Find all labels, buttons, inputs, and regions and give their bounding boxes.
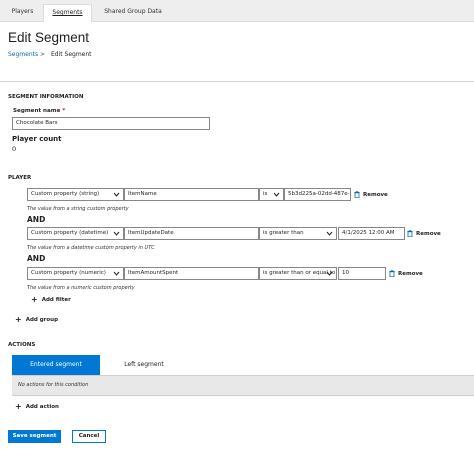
add-group-button[interactable]: + Add group (15, 315, 59, 324)
save-segment-button[interactable]: Save segment (8, 430, 61, 443)
actions-empty-text: No actions for this condition (18, 382, 89, 388)
header-divider (0, 81, 474, 82)
segment-name-label-text: Segment name (13, 108, 61, 114)
required-mark: * (62, 108, 66, 114)
condition-1-remove-button[interactable]: Remove (354, 191, 388, 198)
condition-1-property-name-input[interactable]: ItemName (124, 188, 259, 201)
add-group-label: Add group (25, 317, 59, 323)
condition-2-operator-select[interactable]: is greater than (259, 227, 337, 240)
chevron-down-icon (113, 271, 120, 276)
plus-icon: + (31, 295, 38, 304)
breadcrumb-segments-link[interactable]: Segments (8, 51, 38, 58)
trash-icon (389, 270, 395, 277)
condition-3-remove-button[interactable]: Remove (389, 270, 423, 277)
condition-2-property-type-select[interactable]: Custom property (datetime) (27, 227, 124, 240)
player-count-value: 0 (12, 145, 17, 153)
add-action-label: Add action (25, 404, 59, 410)
tab-entered-segment[interactable]: Entered segment (12, 355, 100, 375)
segment-name-label: Segment name * (13, 108, 65, 114)
remove-label: Remove (398, 270, 423, 277)
trash-icon (407, 230, 413, 237)
chevron-down-icon (326, 231, 333, 236)
condition-2-property-name-input[interactable]: ItemUpdateDate (124, 227, 259, 240)
segment-name-input[interactable]: Chocolate Bars (12, 117, 210, 130)
condition-3-property-name-input[interactable]: ItemAmountSpent (124, 267, 259, 280)
actions-divider (12, 395, 474, 396)
breadcrumb-current: Edit Segment (51, 51, 92, 58)
remove-label: Remove (416, 230, 441, 237)
page-title: Edit Segment (8, 30, 90, 45)
condition-2-value-input[interactable]: 4/1/2025 12:00 AM (338, 227, 405, 240)
condition-3-property-type-select[interactable]: Custom property (numeric) (27, 267, 124, 280)
tab-segments[interactable]: Segments (43, 4, 92, 22)
player-count-label: Player count (12, 135, 62, 143)
condition-1-value-input[interactable]: 5b3d225a-02dd-487e-1 (284, 188, 351, 201)
chevron-down-icon (113, 231, 120, 236)
condition-1-operator-select[interactable]: is (259, 188, 284, 201)
segment-information-heading: SEGMENT INFORMATION (8, 94, 84, 100)
add-filter-button[interactable]: + Add filter (31, 295, 71, 304)
condition-3-operator-select[interactable]: is greater than or equal to (259, 267, 337, 280)
remove-label: Remove (363, 191, 388, 198)
condition-3-property-type-value: Custom property (numeric) (31, 270, 106, 276)
breadcrumb-separator: > (40, 51, 46, 58)
chevron-down-icon (273, 192, 280, 197)
condition-2-operator-value: is greater than (263, 230, 304, 236)
tab-shared-group-data[interactable]: Shared Group Data (93, 4, 173, 22)
condition-1-operator-value: is (263, 191, 268, 197)
plus-icon: + (15, 402, 22, 411)
add-action-button[interactable]: + Add action (15, 402, 59, 411)
chevron-down-icon (326, 271, 333, 276)
chevron-down-icon (113, 192, 120, 197)
tab-left-segment[interactable]: Left segment (100, 355, 188, 375)
actions-heading: ACTIONS (8, 342, 36, 348)
condition-1-property-type-select[interactable]: Custom property (string) (27, 188, 124, 201)
condition-2-hint: The value from a datetime custom propert… (27, 245, 155, 251)
and-separator-2: AND (27, 254, 46, 263)
add-filter-label: Add filter (41, 297, 71, 303)
tab-players[interactable]: Players (2, 4, 43, 22)
trash-icon (354, 191, 360, 198)
condition-3-value-input[interactable]: 10 (338, 267, 386, 280)
condition-1-hint: The value from a string custom property (27, 206, 129, 212)
plus-icon: + (15, 315, 22, 324)
condition-2-property-type-value: Custom property (datetime) (31, 230, 109, 236)
player-heading: PLAYER (8, 175, 32, 181)
and-separator-1: AND (27, 215, 46, 224)
condition-2-remove-button[interactable]: Remove (407, 230, 441, 237)
cancel-button[interactable]: Cancel (72, 430, 106, 443)
condition-1-property-type-value: Custom property (string) (31, 191, 100, 197)
condition-3-hint: The value from a numeric custom property (27, 285, 135, 291)
